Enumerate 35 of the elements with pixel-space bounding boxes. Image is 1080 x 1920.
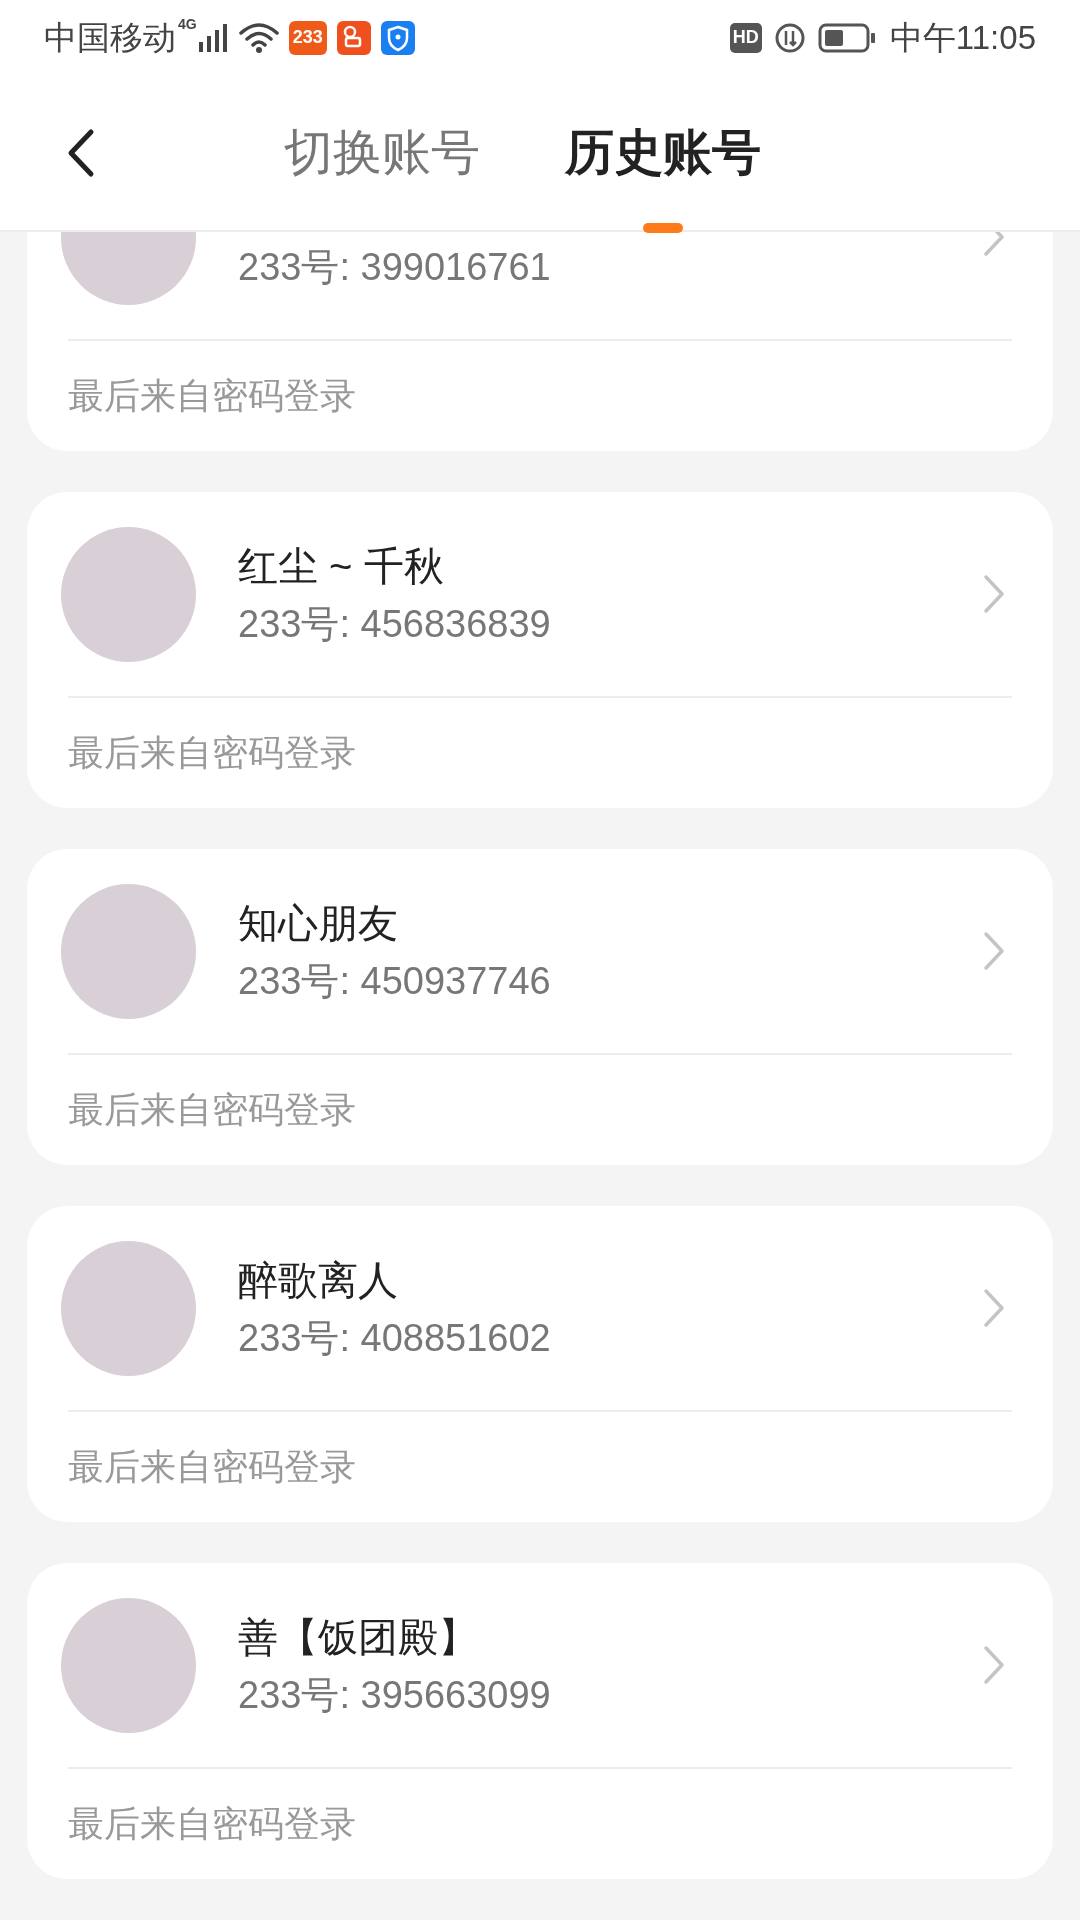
carrier-name: 中国移动 [44, 17, 176, 58]
wifi-icon [238, 22, 279, 53]
battery-icon [817, 22, 876, 53]
account-name: 知心朋友 [238, 900, 399, 947]
account-id: 233号: 395663099 [238, 1673, 552, 1718]
tab-indicator [643, 223, 683, 233]
account-card[interactable]: 红尘 ~ 千秋 233号: 456836839 最后来自密码登录 [27, 492, 1053, 808]
clock-time: 中午11:05 [889, 17, 1036, 58]
chevron-right-icon [983, 931, 1005, 971]
data-saver-icon [773, 21, 806, 54]
last-login-text: 最后来自密码登录 [68, 1088, 356, 1132]
account-name: 善【饭团殿】 [238, 1614, 479, 1661]
account-id: 233号: 408851602 [238, 1316, 552, 1361]
last-login-text: 最后来自密码登录 [68, 1445, 356, 1489]
account-name: 红尘 ~ 千秋 [238, 543, 445, 590]
account-id: 233号: 399016761 [238, 245, 552, 290]
app-badge: 233 [288, 20, 327, 55]
last-login-text: 最后来自密码登录 [68, 1802, 356, 1846]
chevron-right-icon [983, 1645, 1005, 1685]
last-login-text: 最后来自密码登录 [68, 731, 356, 775]
account-name: 醉歌离人 [238, 1257, 399, 1304]
chevron-right-icon [983, 574, 1005, 614]
network-type: 4G [178, 15, 197, 34]
shield-icon [380, 20, 415, 55]
account-card[interactable]: 善【饭团殿】 233号: 395663099 最后来自密码登录 [27, 1563, 1053, 1879]
account-card[interactable]: 233号: 399016761 最后来自密码登录 [27, 232, 1053, 451]
account-id: 233号: 456836839 [238, 602, 552, 647]
signal-icon [198, 23, 229, 52]
account-id: 233号: 450937746 [238, 959, 552, 1004]
last-login-text: 最后来自密码登录 [68, 374, 356, 418]
tab[interactable]: 切换账号 [284, 74, 480, 231]
account-card[interactable]: 醉歌离人 233号: 408851602 最后来自密码登录 [27, 1206, 1053, 1522]
hd-indicator: HD [729, 22, 762, 53]
account-card[interactable]: 知心朋友 233号: 450937746 最后来自密码登录 [27, 849, 1053, 1165]
chevron-right-icon [983, 1288, 1005, 1328]
